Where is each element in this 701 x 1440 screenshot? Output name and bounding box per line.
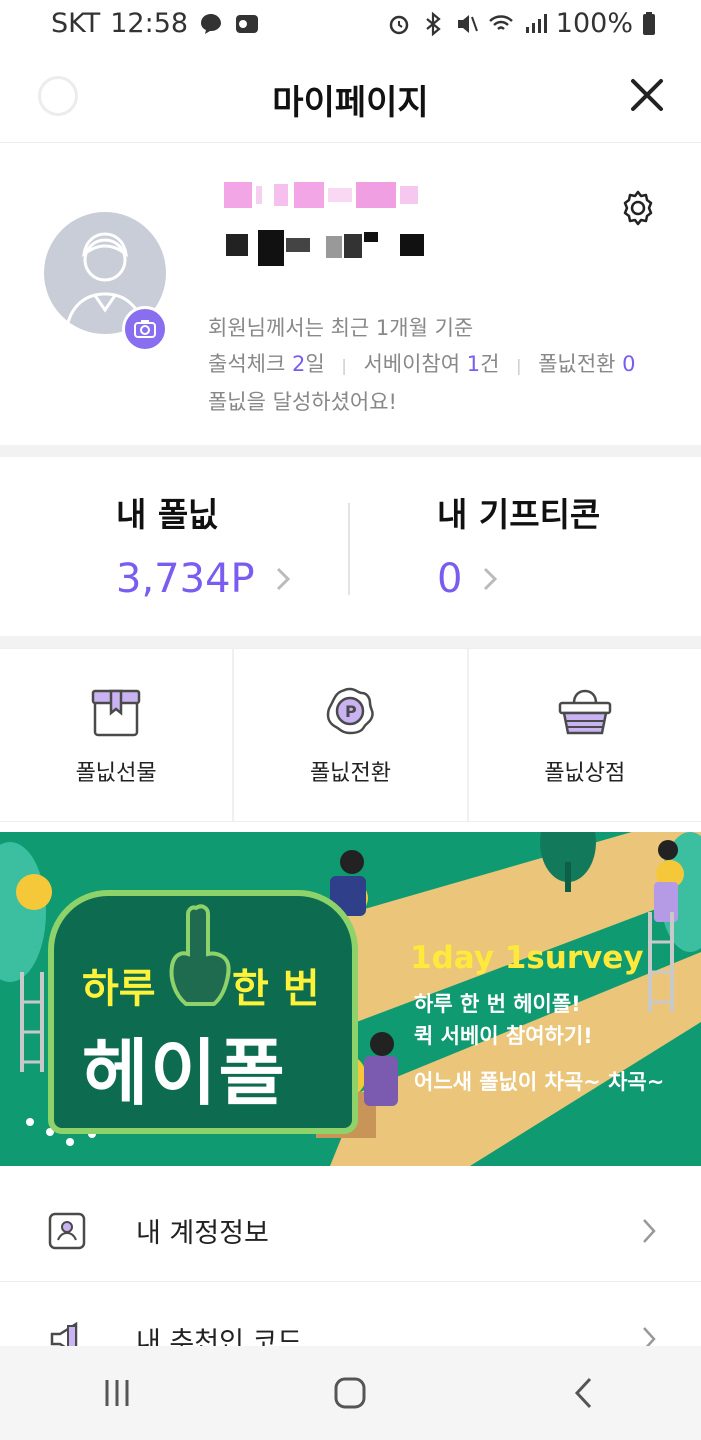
alarm-icon — [389, 15, 409, 34]
camera-button[interactable] — [122, 306, 168, 352]
settings-button[interactable] — [618, 188, 658, 228]
quick-menu: 폴닚선물 P 폴닚전환 폴닚상점 — [0, 648, 701, 822]
point-exchange-icon: P — [327, 687, 375, 735]
my-gifticon-value: 0 — [437, 556, 463, 602]
menu-gift-label: 폴닚선물 — [75, 761, 157, 786]
banner-line1: 하루 한 번 헤이폴! — [414, 992, 581, 1016]
points-divider — [348, 503, 350, 595]
id-card-icon — [48, 1212, 86, 1249]
bluetooth-icon — [426, 11, 441, 36]
promo-banner[interactable]: 하루 한 번 헤이폴 1day 1survey 하루 한 번 헤이폴! 퀵 서베… — [0, 832, 701, 1166]
recent-apps-icon — [105, 1380, 129, 1406]
home-button[interactable] — [320, 1363, 380, 1423]
attend-unit: 일 — [305, 352, 325, 376]
banner-line2: 퀵 서베이 참여하기! — [414, 1024, 593, 1048]
banner-headline-right: 한 번 — [232, 966, 320, 1012]
summary-line3: 폴닚을 달성하셨어요! — [208, 390, 397, 414]
section-divider — [0, 636, 701, 648]
message-icon — [201, 13, 222, 34]
carrier-text: SKT — [51, 8, 101, 39]
close-icon — [631, 79, 663, 111]
close-button[interactable] — [624, 72, 670, 118]
chevron-right-icon — [276, 567, 290, 591]
survey-label: 서베이참여 — [363, 352, 461, 376]
separator: | — [341, 356, 347, 375]
menu-exchange-label: 폴닚전환 — [310, 761, 391, 786]
time-text: 12:58 — [110, 8, 189, 39]
svg-text:P: P — [345, 702, 357, 721]
status-right: 100% — [386, 8, 657, 39]
my-points-value: 3,734P — [116, 556, 255, 602]
battery-text: 100% — [555, 8, 633, 39]
attend-label: 출석체크 — [208, 352, 286, 376]
nickname-redacted — [224, 182, 418, 208]
my-points[interactable]: 내 폴닚 3,734P — [116, 488, 293, 602]
section-divider — [0, 445, 701, 457]
gift-box-icon — [91, 689, 141, 737]
menu-shop[interactable]: 폴닚상점 — [469, 649, 701, 821]
menu-exchange[interactable]: P 폴닚전환 — [234, 649, 469, 821]
my-gifticon-label: 내 기프티콘 — [437, 495, 601, 534]
my-gifticon-value-row: 0 — [437, 556, 600, 602]
chevron-right-icon — [643, 1218, 656, 1243]
page-title: 마이페이지 — [272, 83, 429, 123]
back-button[interactable] — [554, 1363, 614, 1423]
menu-gift[interactable]: 폴닚선물 — [0, 649, 235, 821]
exchange-label: 폴닚전환 — [538, 352, 616, 376]
username-redacted — [226, 230, 424, 266]
exchange-value: 0 — [622, 352, 636, 376]
status-bar: SKT 12:58 100% — [0, 0, 701, 50]
survey-value: 1 — [466, 352, 481, 376]
list-item-account-info[interactable]: 내 계정정보 — [0, 1180, 701, 1282]
wifi-icon — [488, 14, 513, 30]
chevron-right-icon — [484, 567, 498, 591]
my-gifticon[interactable]: 내 기프티콘 0 — [437, 488, 600, 602]
battery-icon — [643, 11, 655, 35]
mute-icon — [457, 14, 478, 33]
banner-line3: 어느새 폴닚이 차곡~ 차곡~ — [414, 1070, 665, 1094]
app-header: 마이페이지 — [0, 50, 701, 143]
camera-icon — [134, 320, 156, 338]
banner-tagline: 1day 1survey — [410, 940, 644, 976]
back-icon — [575, 1377, 592, 1409]
basket-icon — [558, 689, 612, 735]
tmap-icon — [236, 14, 259, 33]
gear-icon — [623, 190, 653, 226]
menu-shop-label: 폴닚상점 — [544, 761, 626, 786]
activity-summary: 회원님께서는 최근 1개월 기준 출석체크 2일 | 서베이참여 1건 | 폴닚… — [208, 310, 636, 420]
my-points-value-row: 3,734P — [116, 556, 293, 602]
summary-line1: 회원님께서는 최근 1개월 기준 — [208, 316, 474, 340]
system-nav-bar — [0, 1346, 701, 1440]
home-icon — [334, 1377, 366, 1409]
separator: | — [516, 356, 522, 375]
signal-icon — [525, 13, 547, 33]
account-info-label: 내 계정정보 — [136, 1218, 269, 1249]
survey-unit: 건 — [480, 352, 500, 376]
banner-copy: 하루 한 번 헤이폴! 퀵 서베이 참여하기! — [414, 988, 593, 1052]
summary-stats: 출석체크 2일 | 서베이참여 1건 | 폴닚전환 0 — [208, 346, 636, 384]
my-points-label: 내 폴닚 — [116, 495, 219, 534]
finger-point-icon — [169, 904, 231, 1006]
status-left: SKT 12:58 — [51, 8, 260, 39]
recent-apps-button[interactable] — [87, 1363, 147, 1423]
banner-headline-left: 하루 — [82, 966, 156, 1012]
banner-brand: 헤이폴 — [82, 1031, 287, 1115]
attend-value: 2 — [291, 352, 306, 376]
